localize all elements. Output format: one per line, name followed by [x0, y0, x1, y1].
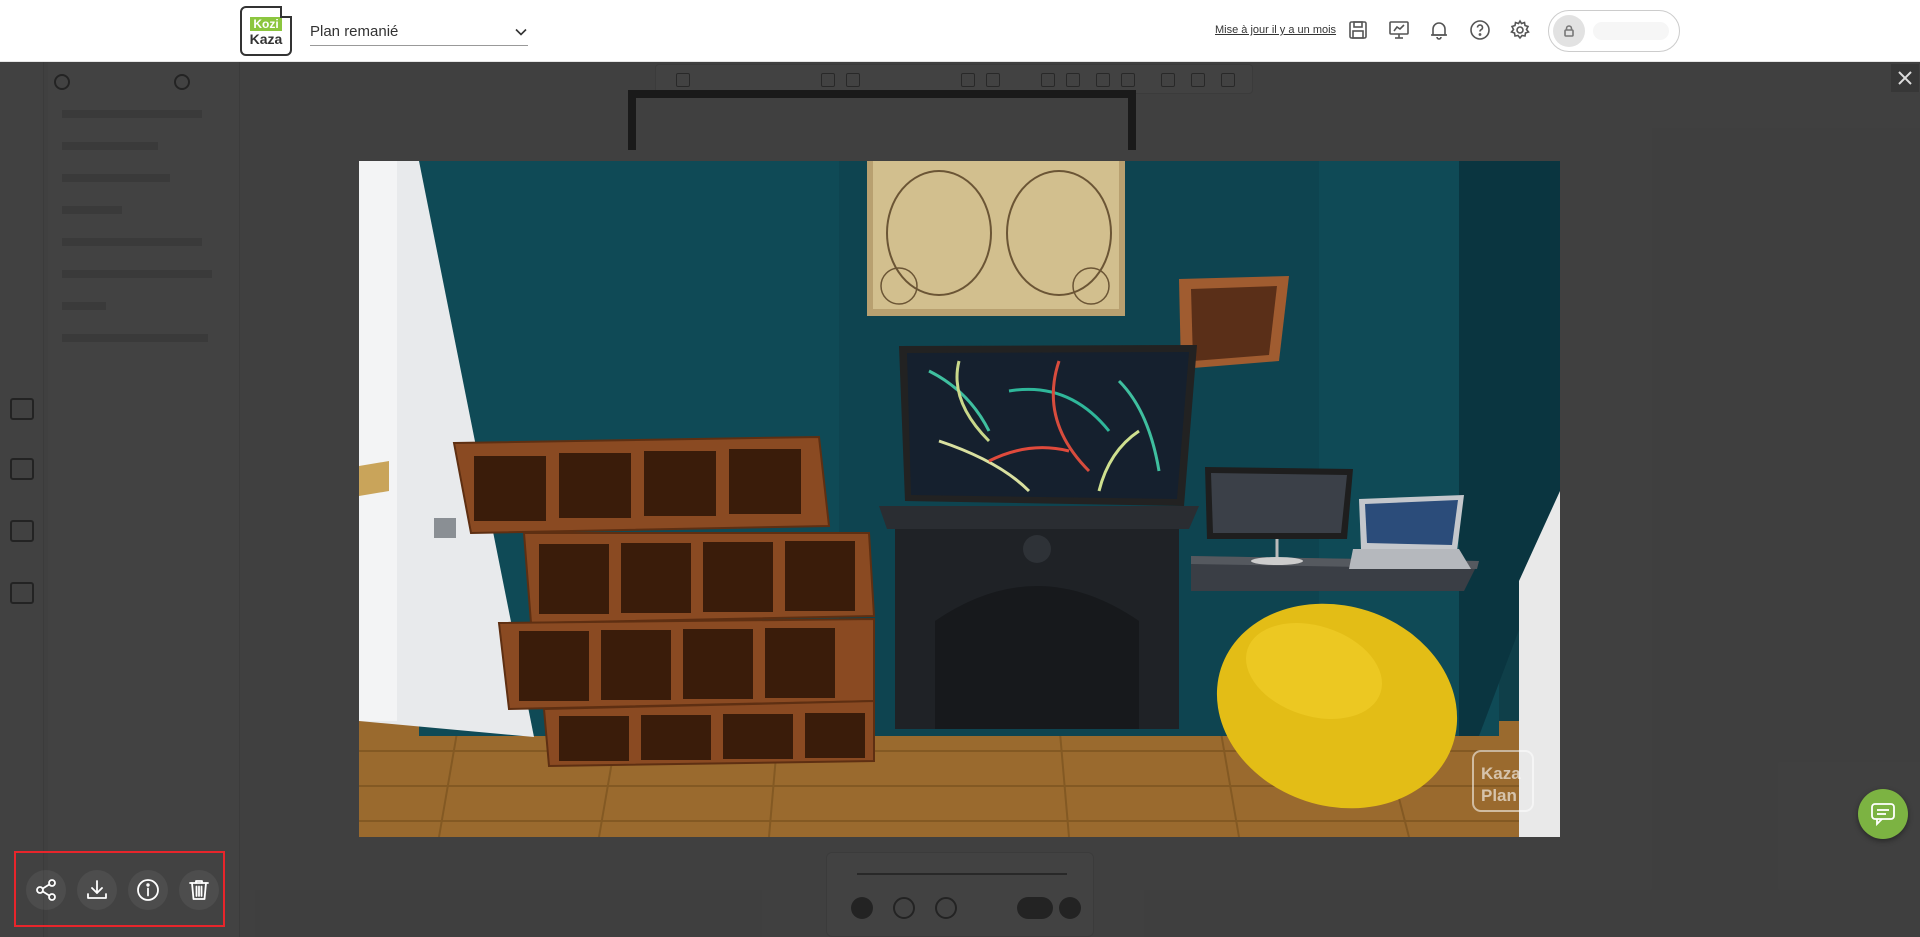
close-viewer-button[interactable] — [1891, 64, 1919, 92]
share-icon — [36, 879, 56, 901]
lock-icon — [1564, 25, 1574, 37]
top-bar: Kozi Kaza Plan remanié Mise à jour il y … — [0, 0, 1920, 62]
trash-icon — [189, 880, 209, 900]
help-button[interactable] — [1467, 17, 1493, 43]
info-icon — [137, 879, 159, 901]
avatar — [1553, 15, 1585, 47]
share-button[interactable] — [26, 870, 66, 910]
chevron-down-icon — [515, 28, 527, 36]
presentation-icon — [1389, 21, 1409, 39]
settings-button[interactable] — [1507, 17, 1533, 43]
logo-text-bottom: Kaza — [249, 30, 283, 47]
plan-selector[interactable]: Plan remanié — [310, 18, 528, 46]
download-icon — [87, 880, 107, 899]
notifications-button[interactable] — [1426, 17, 1452, 43]
bell-icon — [1431, 22, 1447, 40]
help-icon — [1470, 20, 1490, 40]
delete-button[interactable] — [179, 870, 219, 910]
gear-icon — [1510, 19, 1530, 40]
plan-name: Plan remanié — [310, 23, 399, 40]
download-button[interactable] — [77, 870, 117, 910]
close-icon — [1898, 71, 1912, 85]
kozikaza-logo[interactable]: Kozi Kaza — [240, 6, 292, 56]
info-button[interactable] — [128, 870, 168, 910]
logo-fold — [280, 6, 292, 18]
logo-text-top: Kozi — [250, 16, 282, 31]
save-icon — [1349, 21, 1367, 39]
room-render-illustration: Kaza Plan — [359, 161, 1560, 837]
image-actions-toolbar — [14, 851, 225, 927]
save-button[interactable] — [1345, 17, 1371, 43]
last-update-link[interactable]: Mise à jour il y a un mois — [1215, 24, 1336, 36]
presentation-button[interactable] — [1386, 17, 1412, 43]
chat-icon — [1871, 803, 1895, 827]
user-name-placeholder — [1593, 22, 1669, 40]
watermark-text-bottom: Plan — [1481, 786, 1517, 805]
user-account-toggle[interactable] — [1548, 10, 1680, 52]
chat-button[interactable] — [1858, 789, 1908, 839]
room-render-image: Kaza Plan — [359, 161, 1560, 837]
watermark-text-top: Kaza — [1481, 764, 1521, 783]
